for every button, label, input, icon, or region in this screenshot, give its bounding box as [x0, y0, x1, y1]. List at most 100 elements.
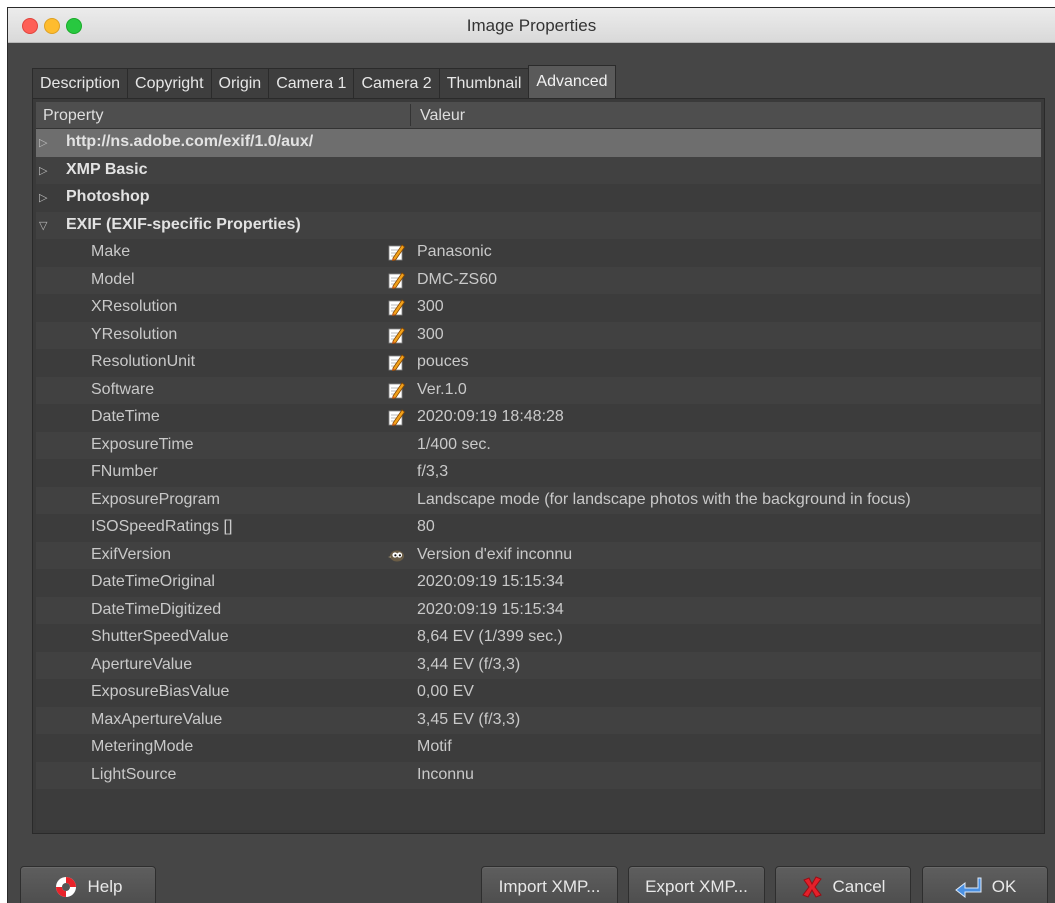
window-title: Image Properties [466, 16, 597, 35]
table-row[interactable]: ExifVersion Version d'exif inconnu [36, 541, 1041, 569]
table-row[interactable]: XResolution 300 [36, 294, 1041, 322]
tree-group-row[interactable]: ▷ Photoshop [36, 184, 1041, 212]
table-row[interactable]: Model DMC-ZS60 [36, 266, 1041, 294]
import-xmp-label: Import XMP... [498, 877, 601, 896]
property-tree: ▷ http://ns.adobe.com/exif/1.0/aux/ ▷ XMP B… [36, 129, 1041, 830]
property-name: ISOSpeedRatings [] [91, 518, 233, 535]
tree-group-label: Photoshop [66, 188, 150, 205]
help-label: Help [87, 877, 123, 896]
property-name: MeteringMode [91, 738, 194, 755]
edit-icon[interactable] [388, 353, 406, 371]
property-value: Landscape mode (for landscape photos wit… [417, 490, 911, 508]
edit-icon[interactable] [388, 298, 406, 316]
property-name: ShutterSpeedValue [91, 628, 229, 645]
table-row[interactable]: MeteringMode Motif [36, 734, 1041, 762]
property-name: MaxApertureValue [91, 710, 223, 728]
triangle-down-icon[interactable]: ▽ [39, 219, 47, 232]
property-value: DMC-ZS60 [417, 270, 498, 288]
table-row[interactable]: Software Ver.1.0 [36, 376, 1041, 404]
enter-arrow-icon [954, 876, 982, 898]
lifebuoy-icon [54, 875, 78, 899]
export-xmp-button[interactable]: Export XMP... [628, 866, 765, 903]
edit-icon[interactable] [388, 271, 406, 289]
tab-camera-2[interactable]: Camera 2 [353, 68, 440, 98]
ok-label: OK [991, 877, 1017, 896]
cancel-button[interactable]: Cancel [775, 866, 911, 903]
ok-button[interactable]: OK [922, 866, 1048, 903]
table-row[interactable]: ShutterSpeedValue 8,64 EV (1/399 sec.) [36, 624, 1041, 652]
table-row[interactable]: ExposureBiasValue 0,00 EV [36, 679, 1041, 707]
export-xmp-label: Export XMP... [645, 877, 748, 896]
title-bar: Image Properties [8, 8, 1055, 43]
property-name: DateTimeOriginal [91, 573, 215, 590]
property-name: YResolution [91, 325, 178, 343]
tree-group-row[interactable]: ▽ EXIF (EXIF-specific Properties) [36, 211, 1041, 239]
table-row[interactable]: DateTimeOriginal 2020:09:19 15:15:34 [36, 569, 1041, 597]
tab-description[interactable]: Description [32, 68, 129, 98]
table-row[interactable]: DateTimeDigitized 2020:09:19 15:15:34 [36, 596, 1041, 624]
property-name: DateTime [91, 408, 160, 425]
property-name: ExposureBiasValue [91, 683, 230, 700]
property-name: LightSource [91, 765, 177, 783]
property-name: FNumber [91, 463, 158, 480]
property-value: 0,00 EV [417, 683, 474, 700]
tab-copyright[interactable]: Copyright [127, 68, 212, 98]
column-divider[interactable] [410, 104, 411, 126]
table-row[interactable]: ISOSpeedRatings [] 80 [36, 514, 1041, 542]
property-value: 8,64 EV (1/399 sec.) [417, 628, 563, 645]
tab-camera-1[interactable]: Camera 1 [268, 68, 355, 98]
property-value: 2020:09:19 15:15:34 [417, 600, 564, 618]
tab-origin[interactable]: Origin [210, 68, 270, 98]
table-row[interactable]: FNumber f/3,3 [36, 459, 1041, 487]
edit-icon[interactable] [388, 326, 406, 344]
help-button[interactable]: Help [20, 866, 156, 903]
cancel-label: Cancel [832, 877, 886, 896]
property-value: Version d'exif inconnu [417, 545, 573, 563]
import-xmp-button[interactable]: Import XMP... [481, 866, 618, 903]
property-value: 1/400 sec. [417, 435, 491, 453]
property-value: 300 [417, 298, 444, 315]
triangle-right-icon[interactable]: ▷ [39, 191, 47, 204]
edit-icon[interactable] [388, 381, 406, 399]
property-name: DateTimeDigitized [91, 600, 222, 618]
property-name: Model [91, 270, 135, 288]
property-value: Ver.1.0 [417, 380, 467, 398]
property-name: Make [91, 243, 131, 260]
property-name: ExposureProgram [91, 490, 220, 508]
table-row[interactable]: LightSource Inconnu [36, 761, 1041, 789]
tree-group-row[interactable]: ▷ XMP Basic [36, 156, 1041, 184]
property-name: Software [91, 380, 155, 398]
column-header-property[interactable]: Property [43, 107, 103, 125]
table-row[interactable]: ResolutionUnit pouces [36, 349, 1041, 377]
property-value: 300 [417, 325, 444, 343]
tree-group-label: EXIF (EXIF-specific Properties) [66, 215, 301, 233]
tree-header: Property Valeur [36, 102, 1041, 129]
property-value: 80 [417, 518, 435, 535]
tree-group-label: XMP Basic [66, 160, 148, 178]
property-value: 2020:09:19 15:15:34 [417, 573, 564, 590]
property-value: Motif [417, 738, 452, 755]
table-row[interactable]: ExposureTime 1/400 sec. [36, 431, 1041, 459]
edit-icon[interactable] [388, 243, 406, 261]
table-row[interactable]: ExposureProgram Landscape mode (for lands… [36, 486, 1041, 514]
table-row[interactable]: ApertureValue 3,44 EV (f/3,3) [36, 651, 1041, 679]
tab-advanced[interactable]: Advanced [528, 65, 616, 98]
tab-thumbnail[interactable]: Thumbnail [438, 68, 530, 98]
tree-group-label: http://ns.adobe.com/exif/1.0/aux/ [66, 133, 314, 150]
table-row[interactable]: YResolution 300 [36, 321, 1041, 349]
triangle-right-icon[interactable]: ▷ [39, 136, 47, 149]
table-row[interactable]: Make Panasonic [36, 239, 1041, 267]
edit-icon[interactable] [388, 408, 406, 426]
tree-group-row[interactable]: ▷ http://ns.adobe.com/exif/1.0/aux/ [36, 129, 1041, 157]
table-row[interactable]: MaxApertureValue 3,45 EV (f/3,3) [36, 706, 1041, 734]
property-name: XResolution [91, 298, 178, 315]
property-value: 3,45 EV (f/3,3) [417, 710, 521, 728]
column-header-value[interactable]: Valeur [420, 107, 465, 125]
property-name: ApertureValue [91, 655, 193, 673]
property-value: Inconnu [417, 765, 474, 783]
property-value: 2020:09:19 18:48:28 [417, 408, 564, 425]
tab-bar: Description Copyright Origin Camera 1 Ca… [32, 65, 616, 98]
triangle-right-icon[interactable]: ▷ [39, 164, 47, 177]
property-value: pouces [417, 353, 469, 370]
table-row[interactable]: DateTime 2020:09:19 18:48:28 [36, 404, 1041, 432]
